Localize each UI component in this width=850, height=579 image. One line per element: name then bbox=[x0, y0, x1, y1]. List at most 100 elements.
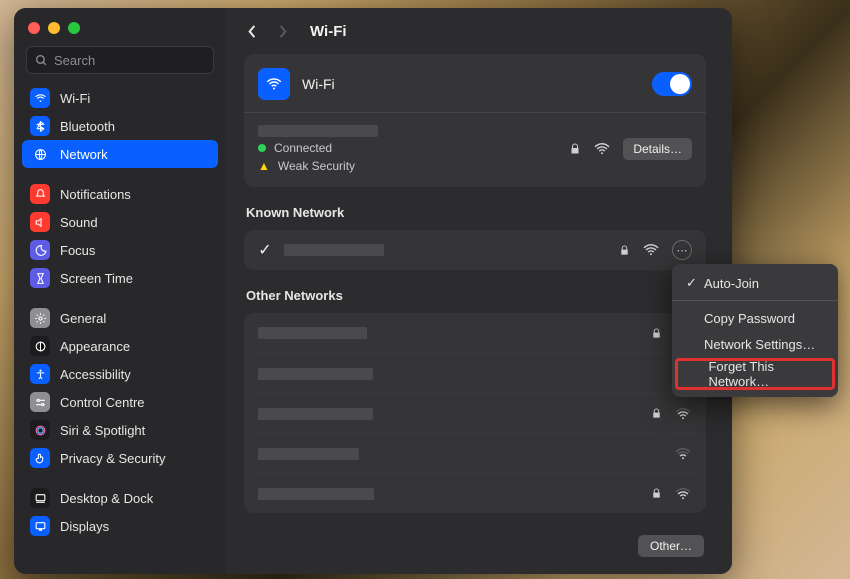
gear-icon bbox=[30, 308, 50, 328]
wifi-strength-icon bbox=[642, 243, 660, 257]
context-menu-label: Forget This Network… bbox=[708, 359, 818, 389]
network-context-menu: ✓Auto-Join Copy Password Network Settings…… bbox=[672, 264, 838, 397]
sidebar-item-appearance[interactable]: Appearance bbox=[22, 332, 218, 360]
other-network-list bbox=[244, 313, 706, 513]
other-networks-heading: Other Networks bbox=[246, 288, 704, 303]
context-menu-item[interactable]: Forget This Network… bbox=[678, 361, 832, 387]
sidebar-item-wi-fi[interactable]: Wi-Fi bbox=[22, 84, 218, 112]
sidebar-item-bluetooth[interactable]: Bluetooth bbox=[22, 112, 218, 140]
context-menu-item[interactable]: ✓Auto-Join bbox=[672, 270, 838, 296]
network-name-redacted bbox=[258, 368, 373, 380]
wifi-strength-icon bbox=[593, 142, 611, 156]
hand-icon bbox=[30, 448, 50, 468]
access-icon bbox=[30, 364, 50, 384]
lock-icon bbox=[569, 142, 581, 156]
sidebar-item-label: Appearance bbox=[60, 339, 130, 354]
current-network-name-redacted bbox=[258, 125, 378, 137]
known-network-list: ✓⋯ bbox=[244, 230, 706, 270]
wifi-status-card: Wi-Fi Connected ▲ Weak Security bbox=[244, 54, 706, 187]
other-network-row[interactable] bbox=[250, 313, 700, 353]
sidebar-item-control-centre[interactable]: Control Centre bbox=[22, 388, 218, 416]
known-network-row[interactable]: ✓⋯ bbox=[250, 230, 700, 270]
hour-icon bbox=[30, 268, 50, 288]
wifi-strength-icon bbox=[674, 447, 692, 461]
sidebar-item-general[interactable]: General bbox=[22, 304, 218, 332]
sidebar-search[interactable] bbox=[26, 46, 214, 74]
network-name-redacted bbox=[258, 408, 373, 420]
context-menu-item[interactable]: Copy Password bbox=[672, 305, 838, 331]
page-title: Wi-Fi bbox=[310, 23, 347, 40]
sidebar-item-accessibility[interactable]: Accessibility bbox=[22, 360, 218, 388]
sidebar-item-label: Notifications bbox=[60, 187, 131, 202]
sidebar-item-displays[interactable]: Displays bbox=[22, 512, 218, 540]
sidebar-item-notifications[interactable]: Notifications bbox=[22, 180, 218, 208]
lock-icon bbox=[651, 407, 662, 420]
context-menu-item[interactable]: Network Settings… bbox=[672, 331, 838, 357]
status-dot-icon bbox=[258, 144, 266, 152]
network-more-button[interactable]: ⋯ bbox=[672, 240, 692, 260]
lock-icon bbox=[619, 244, 630, 257]
sidebar-item-label: Siri & Spotlight bbox=[60, 423, 145, 438]
network-name-redacted bbox=[258, 488, 374, 500]
sidebar-item-label: Screen Time bbox=[60, 271, 133, 286]
wifi-icon bbox=[258, 68, 290, 100]
siri-icon bbox=[30, 420, 50, 440]
checkmark-icon: ✓ bbox=[258, 240, 272, 260]
context-menu-label: Network Settings… bbox=[704, 337, 815, 352]
wifi-icon bbox=[30, 88, 50, 108]
other-network-row[interactable] bbox=[250, 393, 700, 433]
nav-back-button[interactable] bbox=[240, 19, 264, 43]
window-controls bbox=[14, 18, 226, 46]
context-menu-label: Copy Password bbox=[704, 311, 795, 326]
network-name-redacted bbox=[284, 244, 384, 256]
sidebar-item-focus[interactable]: Focus bbox=[22, 236, 218, 264]
sidebar-item-siri-spotlight[interactable]: Siri & Spotlight bbox=[22, 416, 218, 444]
network-name-redacted bbox=[258, 448, 359, 460]
wifi-strength-icon bbox=[674, 487, 692, 501]
status-connected-label: Connected bbox=[274, 141, 332, 155]
sidebar: Wi-Fi Bluetooth Network Notifications Sound F… bbox=[14, 8, 226, 574]
speaker-icon bbox=[30, 212, 50, 232]
other-network-row[interactable] bbox=[250, 473, 700, 513]
search-input[interactable] bbox=[54, 53, 230, 68]
wifi-strength-icon bbox=[674, 407, 692, 421]
sidebar-item-label: Wi-Fi bbox=[60, 91, 90, 106]
status-warning-label: Weak Security bbox=[278, 159, 355, 173]
sidebar-item-label: Control Centre bbox=[60, 395, 145, 410]
wifi-toggle[interactable] bbox=[652, 72, 692, 96]
main-panel: Wi-Fi Wi-Fi Conn bbox=[226, 8, 732, 574]
dock-icon bbox=[30, 488, 50, 508]
zoom-window-button[interactable] bbox=[68, 22, 80, 34]
minimize-window-button[interactable] bbox=[48, 22, 60, 34]
other-network-row[interactable] bbox=[250, 353, 700, 393]
wifi-card-title: Wi-Fi bbox=[302, 76, 640, 92]
sidebar-item-sound[interactable]: Sound bbox=[22, 208, 218, 236]
sidebar-item-privacy-security[interactable]: Privacy & Security bbox=[22, 444, 218, 472]
settings-window: Wi-Fi Bluetooth Network Notifications Sound F… bbox=[14, 8, 732, 574]
lock-icon bbox=[651, 487, 662, 500]
appear-icon bbox=[30, 336, 50, 356]
other-network-button[interactable]: Other… bbox=[638, 535, 704, 557]
other-network-row[interactable] bbox=[250, 433, 700, 473]
sidebar-item-screen-time[interactable]: Screen Time bbox=[22, 264, 218, 292]
network-name-redacted bbox=[258, 327, 367, 339]
lock-icon bbox=[651, 327, 662, 340]
moon-icon bbox=[30, 240, 50, 260]
control-icon bbox=[30, 392, 50, 412]
sidebar-item-desktop-dock[interactable]: Desktop & Dock bbox=[22, 484, 218, 512]
sidebar-item-label: Privacy & Security bbox=[60, 451, 165, 466]
bt-icon bbox=[30, 116, 50, 136]
sidebar-list: Wi-Fi Bluetooth Network Notifications Sound F… bbox=[14, 84, 226, 548]
nav-forward-button[interactable] bbox=[270, 19, 294, 43]
sidebar-item-network[interactable]: Network bbox=[22, 140, 218, 168]
sidebar-item-label: Bluetooth bbox=[60, 119, 115, 134]
content-scroll: Wi-Fi Connected ▲ Weak Security bbox=[226, 54, 732, 574]
close-window-button[interactable] bbox=[28, 22, 40, 34]
details-button[interactable]: Details… bbox=[623, 138, 692, 160]
sidebar-item-label: Network bbox=[60, 147, 108, 162]
context-menu-label: Auto-Join bbox=[704, 276, 759, 291]
bell-icon bbox=[30, 184, 50, 204]
sidebar-item-label: Desktop & Dock bbox=[60, 491, 153, 506]
sidebar-item-label: Focus bbox=[60, 243, 95, 258]
sidebar-item-label: Displays bbox=[60, 519, 109, 534]
